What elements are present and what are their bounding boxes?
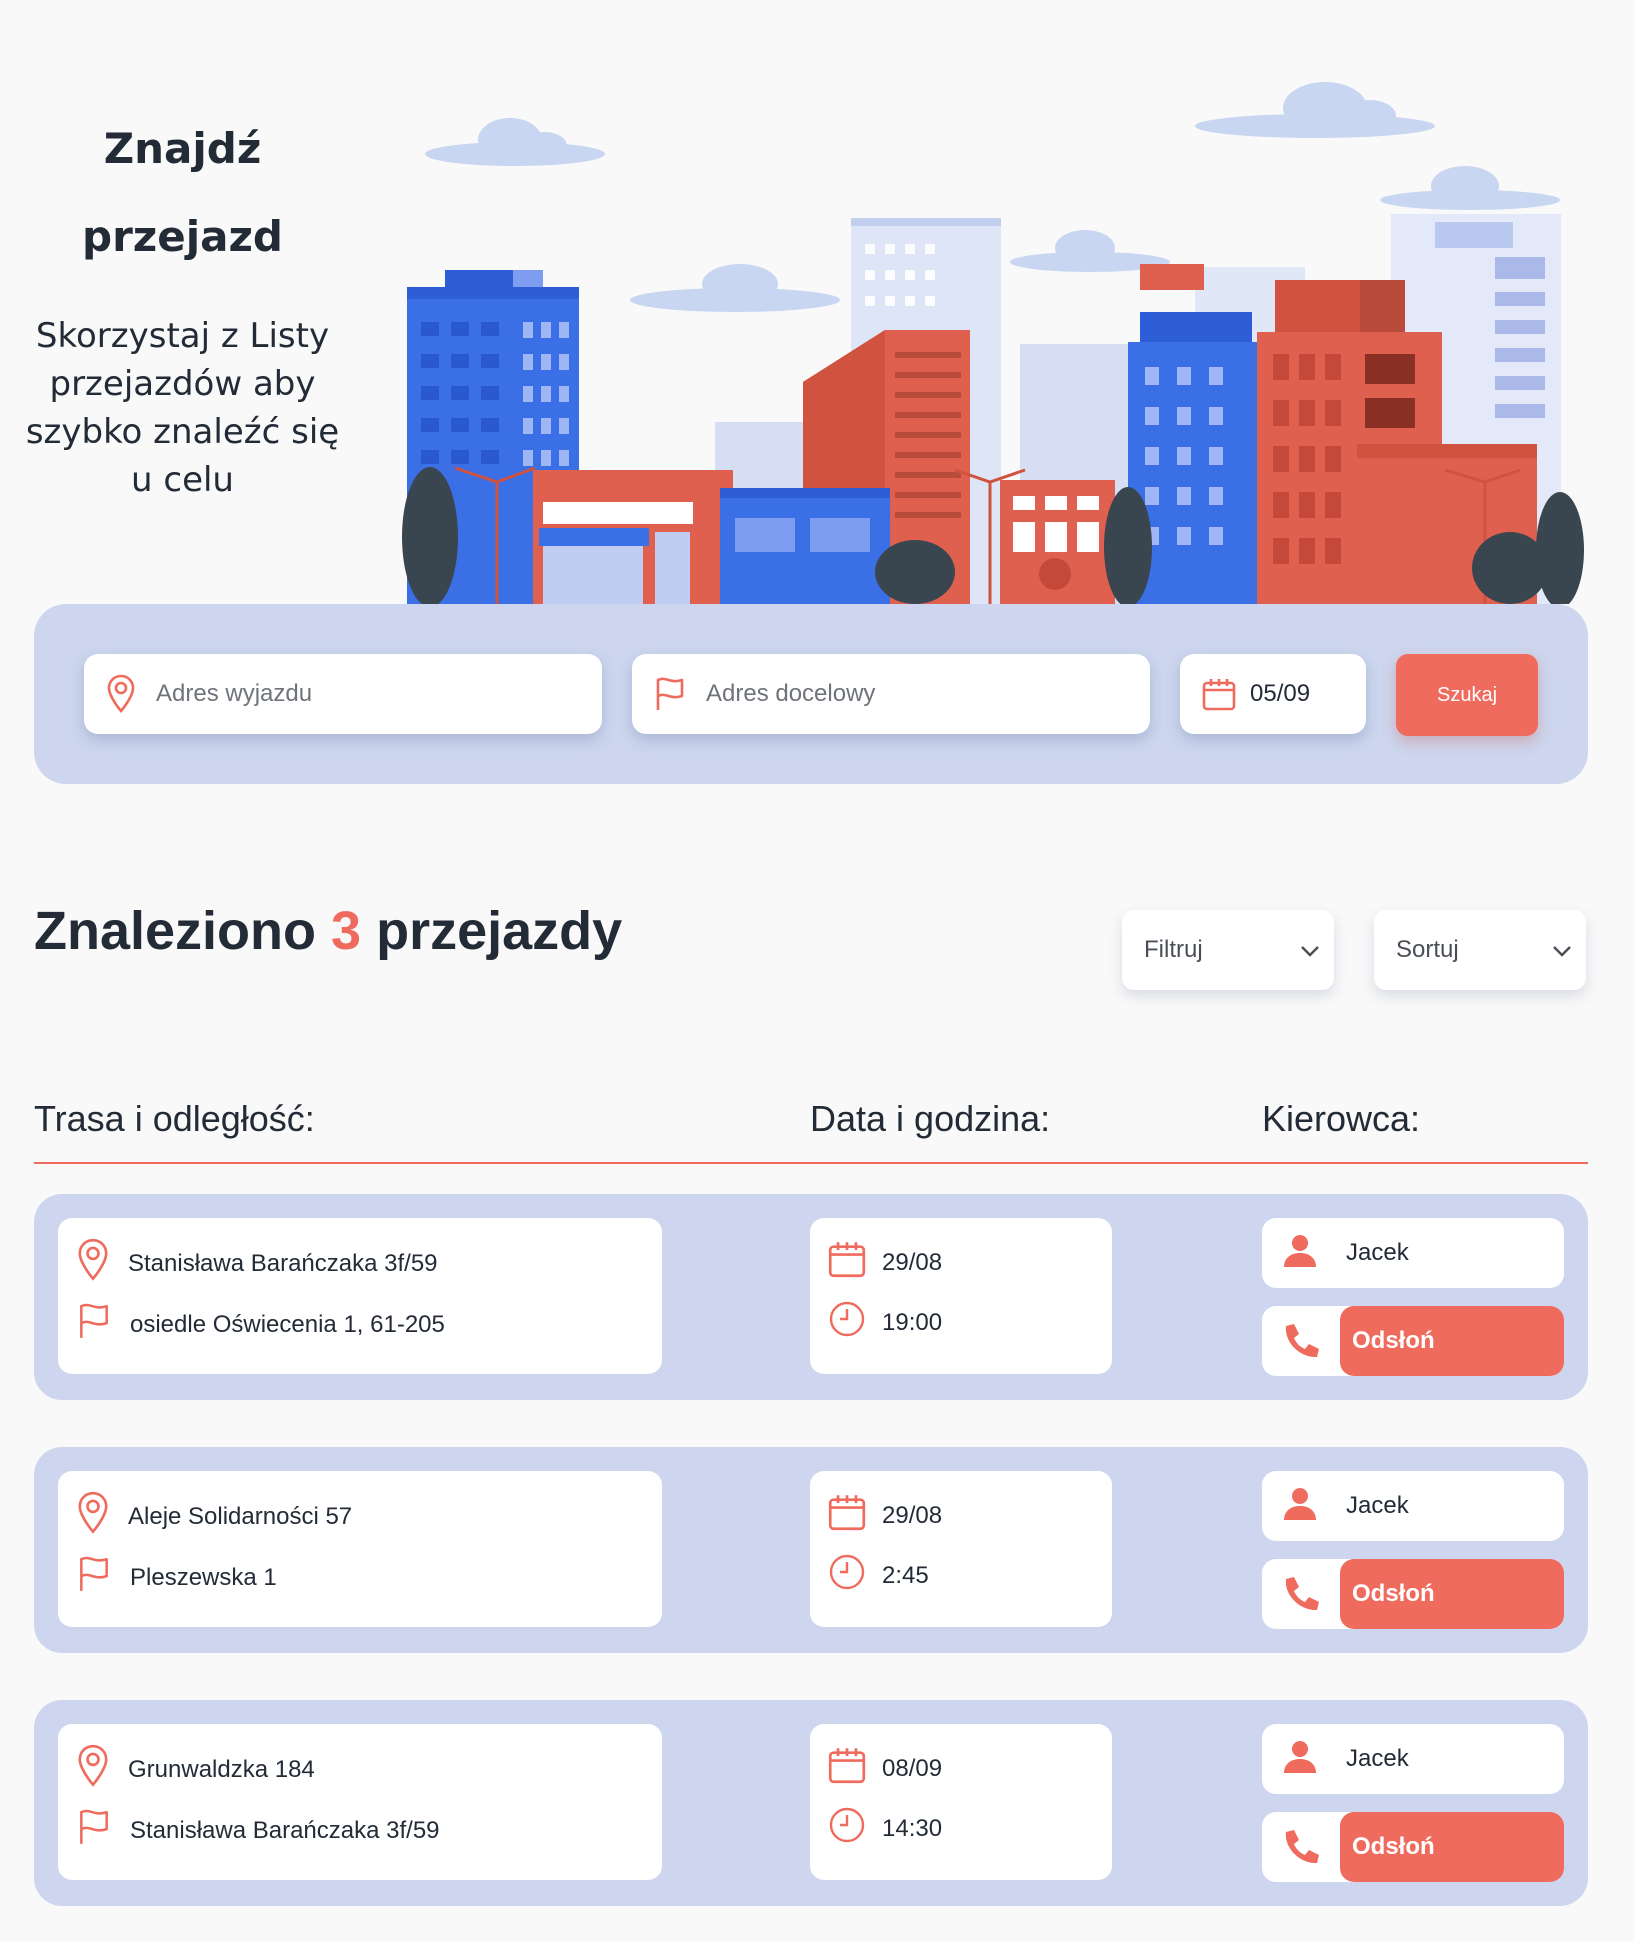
ride-date-text: 29/08 [882, 1501, 943, 1529]
location-pin-icon [106, 674, 136, 714]
route-to: Stanisława Barańczaka 3f/59 [76, 1808, 440, 1853]
route-to-text: Stanisława Barańczaka 3f/59 [130, 1816, 440, 1844]
results-count: 3 [331, 901, 362, 961]
driver-card: Jacek [1262, 1218, 1564, 1288]
ride-time: 2:45 [828, 1553, 929, 1598]
phone-card: Odsłoń [1262, 1306, 1564, 1376]
user-icon [1282, 1739, 1318, 1780]
clock-icon [828, 1806, 866, 1851]
ride-time-text: 19:00 [882, 1308, 943, 1336]
driver-card: Jacek [1262, 1724, 1564, 1794]
results-heading: Znaleziono 3 przejazdy [34, 900, 622, 962]
sort-label: Sortuj [1396, 936, 1459, 963]
location-pin-icon [76, 1238, 110, 1289]
route-to-text: osiedle Oświecenia 1, 61-205 [130, 1310, 445, 1338]
departure-field[interactable] [84, 654, 602, 734]
red-shop [533, 470, 733, 604]
ride-time-text: 14:30 [882, 1814, 943, 1842]
ride-row[interactable]: Aleje Solidarności 57 Pleszewska 1 29/08… [34, 1447, 1588, 1653]
route-card: Stanisława Barańczaka 3f/59 osiedle Oświ… [58, 1218, 662, 1374]
hero-title-line2: przejazd [82, 212, 283, 261]
header-divider [34, 1162, 1588, 1164]
route-to-text: Pleszewska 1 [130, 1563, 277, 1591]
calendar-icon [828, 1240, 866, 1285]
date-value: 05/09 [1250, 680, 1311, 707]
datetime-card: 29/08 19:00 [810, 1218, 1112, 1374]
phone-icon [1280, 1828, 1320, 1873]
hero-title-line1: Znajdź [103, 124, 262, 173]
route-card: Grunwaldzka 184 Stanisława Barańczaka 3f… [58, 1724, 662, 1880]
ride-time: 14:30 [828, 1806, 942, 1851]
ride-time-text: 2:45 [882, 1561, 929, 1589]
datetime-card: 08/09 14:30 [810, 1724, 1112, 1880]
ride-row[interactable]: Stanisława Barańczaka 3f/59 osiedle Oświ… [34, 1194, 1588, 1400]
route-from: Stanisława Barańczaka 3f/59 [76, 1238, 438, 1289]
sort-select[interactable]: Sortuj [1374, 910, 1586, 990]
filter-select[interactable]: Filtruj [1122, 910, 1334, 990]
ride-date-text: 29/08 [882, 1248, 943, 1276]
driver-name: Jacek [1346, 1745, 1409, 1772]
ride-time: 19:00 [828, 1300, 942, 1345]
user-icon [1282, 1486, 1318, 1527]
destination-field[interactable] [632, 654, 1150, 734]
reveal-phone-button[interactable]: Odsłoń [1340, 1306, 1564, 1376]
phone-card: Odsłoń [1262, 1812, 1564, 1882]
ride-date: 29/08 [828, 1240, 942, 1285]
column-header-route: Trasa i odległość: [34, 1098, 315, 1139]
calendar-icon [1202, 677, 1236, 711]
driver-name: Jacek [1346, 1239, 1409, 1266]
driver-card: Jacek [1262, 1471, 1564, 1541]
clock-icon [828, 1553, 866, 1598]
hero-subtitle: Skorzystaj z Listy przejazdów aby szybko… [25, 316, 340, 500]
driver-name: Jacek [1346, 1492, 1409, 1519]
ride-row[interactable]: Grunwaldzka 184 Stanisława Barańczaka 3f… [34, 1700, 1588, 1906]
flag-icon [76, 1555, 112, 1600]
search-button[interactable]: Szukaj [1396, 654, 1538, 736]
hero-title: Znajdź przejazd [30, 105, 335, 281]
phone-card: Odsłoń [1262, 1559, 1564, 1629]
column-header-datetime: Data i godzina: [810, 1098, 1051, 1139]
route-card: Aleje Solidarności 57 Pleszewska 1 [58, 1471, 662, 1627]
route-from: Aleje Solidarności 57 [76, 1491, 352, 1542]
flag-icon [76, 1808, 112, 1853]
results-suffix: przejazdy [376, 901, 623, 961]
chevron-down-icon [1300, 936, 1320, 964]
calendar-icon [828, 1746, 866, 1791]
ride-date: 08/09 [828, 1746, 942, 1791]
route-from-text: Grunwaldzka 184 [128, 1755, 315, 1783]
phone-icon [1280, 1575, 1320, 1620]
chevron-down-icon [1552, 936, 1572, 964]
location-pin-icon [76, 1744, 110, 1795]
results-prefix: Znaleziono [34, 901, 316, 961]
departure-input[interactable] [154, 679, 602, 709]
flag-icon [76, 1302, 112, 1347]
clock-icon [828, 1300, 866, 1345]
route-from-text: Stanisława Barańczaka 3f/59 [128, 1249, 438, 1277]
red-small-building [1000, 480, 1115, 604]
route-from: Grunwaldzka 184 [76, 1744, 315, 1795]
route-to: osiedle Oświecenia 1, 61-205 [76, 1302, 445, 1347]
calendar-icon [828, 1493, 866, 1538]
date-field[interactable]: 05/09 [1180, 654, 1366, 734]
blue-low-building [720, 488, 890, 604]
location-pin-icon [76, 1491, 110, 1542]
flag-icon [654, 676, 686, 712]
phone-icon [1280, 1322, 1320, 1367]
route-from-text: Aleje Solidarności 57 [128, 1502, 353, 1530]
ride-date-text: 08/09 [882, 1754, 943, 1782]
city-illustration [402, 82, 1584, 604]
reveal-phone-button[interactable]: Odsłoń [1340, 1812, 1564, 1882]
search-panel: 05/09 Szukaj [34, 604, 1588, 784]
column-header-driver: Kierowca: [1262, 1098, 1421, 1139]
user-icon [1282, 1233, 1318, 1274]
datetime-card: 29/08 2:45 [810, 1471, 1112, 1627]
route-to: Pleszewska 1 [76, 1555, 277, 1600]
ride-date: 29/08 [828, 1493, 942, 1538]
destination-input[interactable] [704, 679, 1150, 709]
reveal-phone-button[interactable]: Odsłoń [1340, 1559, 1564, 1629]
filter-label: Filtruj [1144, 936, 1203, 963]
